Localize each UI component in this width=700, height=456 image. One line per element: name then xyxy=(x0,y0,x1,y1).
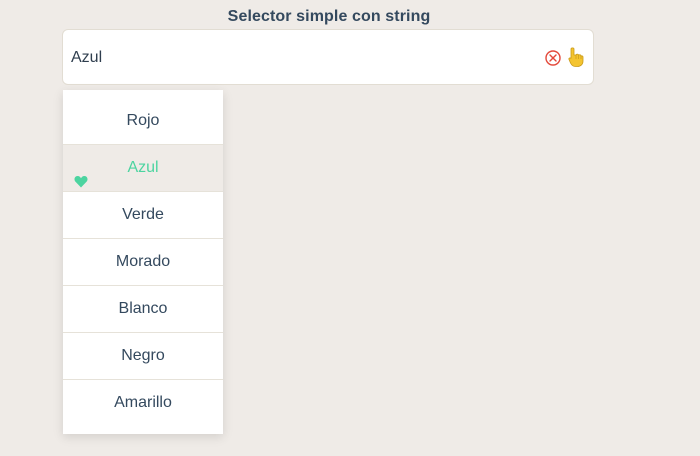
dropdown-option[interactable]: Morado xyxy=(63,239,223,286)
dropdown-option[interactable]: Rojo xyxy=(63,98,223,145)
page-title: Selector simple con string xyxy=(227,8,431,25)
dropdown-option[interactable]: Blanco xyxy=(63,286,223,333)
dropdown-list: Rojo Azul Verde Morado Blanco Negro Amar… xyxy=(63,90,223,434)
option-label: Verde xyxy=(122,206,164,223)
dropdown-option[interactable]: Amarillo xyxy=(63,380,223,426)
option-label: Azul xyxy=(127,159,159,176)
option-label: Blanco xyxy=(118,300,168,317)
dropdown-option[interactable]: Verde xyxy=(63,192,223,239)
clear-icon[interactable] xyxy=(545,50,561,66)
dropdown-option[interactable]: Negro xyxy=(63,333,223,380)
heart-icon xyxy=(74,161,88,188)
dropdown-option[interactable]: Azul xyxy=(63,145,223,192)
select-value: Azul xyxy=(71,49,103,66)
option-label: Amarillo xyxy=(114,394,172,411)
page: Selector simple con string Azul Rojo Azu… xyxy=(0,0,700,456)
option-label: Rojo xyxy=(126,112,160,129)
simple-select[interactable]: Azul xyxy=(62,29,594,85)
option-label: Negro xyxy=(121,347,165,364)
option-label: Morado xyxy=(115,253,171,270)
pointing-hand-icon[interactable] xyxy=(567,46,585,68)
